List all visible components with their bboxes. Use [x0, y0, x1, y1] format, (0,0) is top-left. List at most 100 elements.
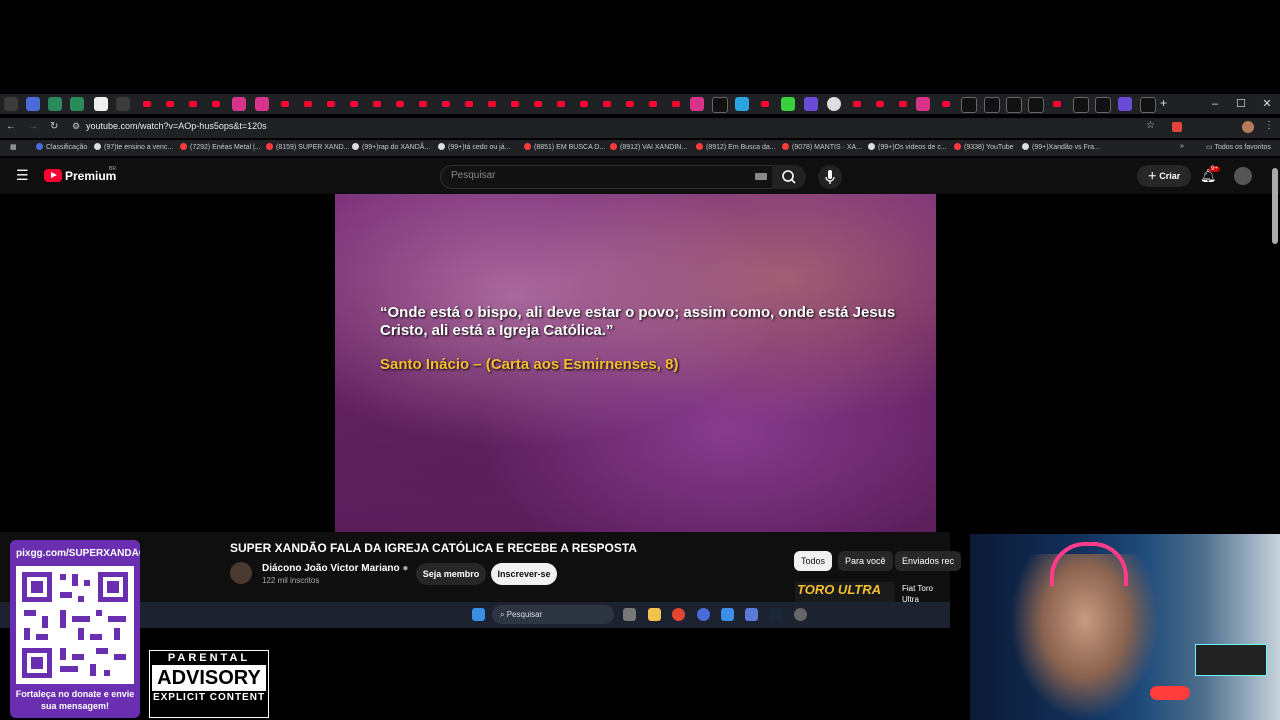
youtube-tab-icon[interactable]	[347, 97, 361, 111]
youtube-tab-icon[interactable]	[462, 97, 476, 111]
back-icon[interactable]: ←	[6, 121, 16, 132]
youtube-tab-icon[interactable]	[758, 97, 772, 111]
recommended-thumbnail[interactable]: TORO ULTRA	[795, 582, 895, 602]
tab-search-button[interactable]	[4, 97, 18, 111]
youtube-tab-icon[interactable]	[600, 97, 614, 111]
google-tab-icon[interactable]	[827, 97, 841, 111]
app-icon[interactable]	[794, 608, 807, 621]
bookmark-item[interactable]: (8912) Em Busca da...	[696, 143, 776, 151]
close-window-button[interactable]: ✕	[1254, 94, 1280, 114]
join-button[interactable]: Seja membro	[416, 563, 486, 585]
more-bookmarks-icon[interactable]: »	[1180, 143, 1184, 150]
youtube-tab-icon[interactable]	[554, 97, 568, 111]
telegram-tab-icon[interactable]	[735, 97, 749, 111]
app-icon[interactable]	[745, 608, 758, 621]
create-button[interactable]: ＋ Criar	[1137, 165, 1191, 187]
tiktok-tab-icon[interactable]	[1095, 97, 1111, 113]
youtube-tab-icon[interactable]	[324, 97, 338, 111]
tab-icon[interactable]	[70, 97, 84, 111]
bookmark-item[interactable]: (99+)Xandão vs Fra...	[1022, 143, 1100, 151]
chip-all[interactable]: Todos	[794, 551, 833, 571]
tab-icon[interactable]	[1118, 97, 1132, 111]
windows-start-icon[interactable]	[472, 608, 485, 621]
url-field[interactable]: youtube.com/watch?v=AOp-hus5ops&t=120s	[86, 121, 267, 131]
tab-icon[interactable]	[48, 97, 62, 111]
bookmark-item[interactable]: (99+)Os videos de c...	[868, 143, 947, 151]
forward-icon[interactable]: →	[28, 121, 38, 132]
settings-icon[interactable]	[697, 608, 710, 621]
youtube-tab-icon[interactable]	[531, 97, 545, 111]
tab-icon[interactable]	[26, 97, 40, 111]
reload-icon[interactable]: ↻	[50, 121, 58, 132]
youtube-tab-icon[interactable]	[301, 97, 315, 111]
instagram-tab-icon[interactable]	[255, 97, 269, 111]
file-explorer-icon[interactable]	[648, 608, 661, 621]
channel-avatar[interactable]	[230, 562, 252, 584]
tiktok-tab-icon[interactable]	[712, 97, 728, 113]
minimize-button[interactable]: –	[1202, 94, 1228, 114]
instagram-tab-icon[interactable]	[690, 97, 704, 111]
youtube-tab-icon[interactable]	[163, 97, 177, 111]
maximize-button[interactable]: ☐	[1228, 94, 1254, 114]
new-tab-icon[interactable]: +	[1160, 96, 1167, 110]
tab-icon[interactable]	[94, 97, 108, 111]
recommended-title[interactable]: Fiat Toro Ultra RAMPAGE o	[902, 583, 950, 603]
youtube-tab-icon[interactable]	[850, 97, 864, 111]
keyboard-icon[interactable]	[755, 173, 767, 180]
bookmark-item[interactable]: (8851) EM BUSCA D...	[524, 143, 605, 151]
youtube-tab-icon[interactable]	[278, 97, 292, 111]
youtube-tab-icon[interactable]	[646, 97, 660, 111]
steam-icon[interactable]	[769, 608, 782, 621]
site-info-icon[interactable]: ⚙	[72, 121, 80, 132]
bookmark-item[interactable]: (9338) YouTube	[954, 143, 1014, 151]
chrome-icon[interactable]	[672, 608, 685, 621]
instagram-tab-icon[interactable]	[916, 97, 930, 111]
youtube-tab-icon[interactable]	[669, 97, 683, 111]
tiktok-tab-icon[interactable]	[1028, 97, 1044, 113]
youtube-tab-icon[interactable]	[439, 97, 453, 111]
chip-recently-uploaded[interactable]: Enviados rec	[895, 551, 962, 571]
video-player[interactable]: “Onde está o bispo, ali deve estar o pov…	[335, 194, 936, 532]
apps-icon[interactable]: ▦	[10, 143, 17, 151]
bookmark-item[interactable]: (8912) VAI XANDIN...	[610, 143, 687, 151]
tiktok-tab-icon[interactable]	[961, 97, 977, 113]
tab-icon[interactable]	[804, 97, 818, 111]
youtube-tab-icon[interactable]	[209, 97, 223, 111]
search-box[interactable]: Pesquisar	[440, 165, 776, 189]
app-icon[interactable]	[721, 608, 734, 621]
profile-avatar[interactable]	[1242, 121, 1254, 133]
youtube-tab-icon[interactable]	[186, 97, 200, 111]
account-avatar[interactable]	[1234, 167, 1252, 185]
youtube-tab-icon[interactable]	[508, 97, 522, 111]
bookmark-item[interactable]: (99+)rap do XANDÃ...	[352, 143, 430, 151]
browser-menu-icon[interactable]: ⋮	[1264, 120, 1274, 131]
youtube-tab-icon[interactable]	[140, 97, 154, 111]
youtube-tab-icon[interactable]	[393, 97, 407, 111]
all-bookmarks-folder[interactable]: ▭ Todos os favoritos	[1206, 143, 1271, 151]
bookmark-item[interactable]: (8159) SUPER XAND...	[266, 143, 350, 151]
menu-icon[interactable]: ☰	[16, 167, 29, 184]
bookmark-item[interactable]: Classificação	[36, 143, 87, 151]
tiktok-tab-icon[interactable]	[1140, 97, 1156, 113]
instagram-tab-icon[interactable]	[232, 97, 246, 111]
youtube-tab-icon[interactable]	[370, 97, 384, 111]
youtube-tab-icon[interactable]	[416, 97, 430, 111]
bookmark-item[interactable]: (9078) MANTIS · XA...	[782, 143, 862, 151]
page-scrollbar[interactable]	[1272, 168, 1278, 244]
bookmark-item[interactable]: (7292) Enéas Metal |...	[180, 143, 261, 151]
extension-icon[interactable]	[1172, 122, 1182, 132]
taskbar-search[interactable]: ⌕ Pesquisar	[492, 605, 614, 624]
channel-name[interactable]: Diácono João Victor Mariano ●	[262, 563, 408, 574]
youtube-logo-icon[interactable]	[44, 169, 62, 182]
youtube-tab-icon[interactable]	[623, 97, 637, 111]
youtube-tab-icon[interactable]	[577, 97, 591, 111]
subscribe-button[interactable]: Inscrever-se	[491, 563, 557, 585]
youtube-tab-icon[interactable]	[485, 97, 499, 111]
bookmark-item[interactable]: (99+)tá cedo ou já...	[438, 143, 510, 151]
task-view-icon[interactable]	[623, 608, 636, 621]
voice-search-button[interactable]	[818, 165, 842, 189]
active-tab-close-icon[interactable]	[116, 97, 130, 111]
youtube-tab-icon[interactable]	[873, 97, 887, 111]
youtube-tab-icon[interactable]	[1050, 97, 1064, 111]
bookmark-item[interactable]: (97)te ensino a venc...	[94, 143, 173, 151]
